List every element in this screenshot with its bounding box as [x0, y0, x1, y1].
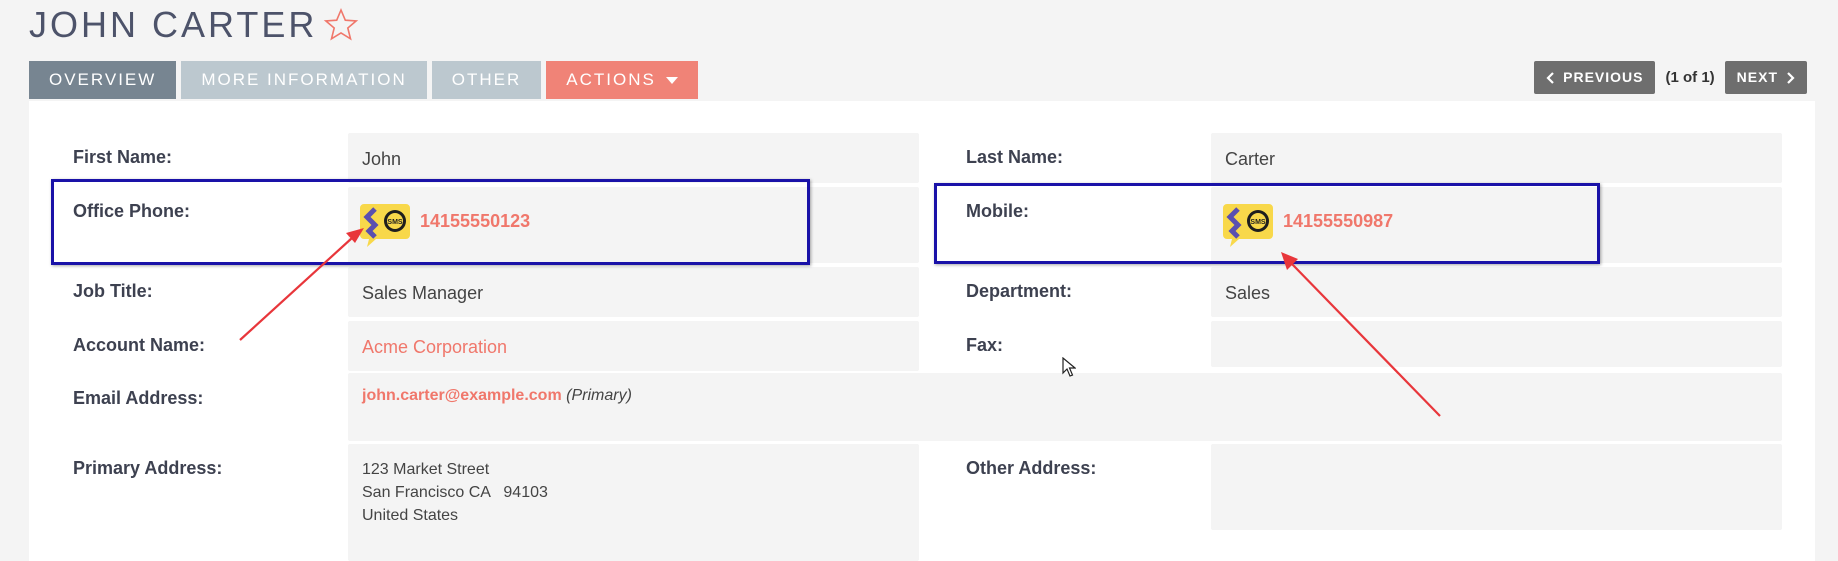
last-name-value: Carter: [1225, 149, 1276, 169]
actions-label: ACTIONS: [566, 70, 656, 89]
department-field[interactable]: Sales: [1211, 267, 1782, 317]
first-name-value: John: [362, 149, 402, 169]
email-primary-note: (Primary): [566, 387, 632, 404]
fax-field[interactable]: [1211, 321, 1782, 367]
tab-other[interactable]: OTHER: [431, 61, 542, 99]
account-name-link[interactable]: Acme Corporation: [362, 337, 507, 358]
previous-button[interactable]: PREVIOUS: [1534, 61, 1656, 94]
email-value: john.carter@example.com (Primary): [362, 387, 632, 405]
primary-address-value: 123 Market Street San Francisco CA 94103…: [362, 458, 548, 527]
mouse-cursor-icon: [1062, 357, 1076, 377]
first-name-field[interactable]: John: [348, 133, 919, 183]
fax-label: Fax:: [966, 335, 1004, 355]
next-label: NEXT: [1736, 69, 1778, 85]
highlight-box-mobile: [934, 183, 1600, 264]
primary-address-label: Primary Address:: [73, 458, 223, 478]
address-line-1: 123 Market Street: [362, 461, 490, 478]
tab-bar: OVERVIEW MORE INFORMATION OTHER ACTIONS: [29, 61, 698, 99]
primary-address-field[interactable]: 123 Market Street San Francisco CA 94103…: [348, 444, 919, 561]
page-title-text: JOHN CARTER: [29, 4, 318, 45]
email-label: Email Address:: [73, 388, 204, 408]
tab-overview[interactable]: OVERVIEW: [29, 61, 177, 99]
other-address-label: Other Address:: [966, 458, 1097, 478]
previous-label: PREVIOUS: [1563, 69, 1644, 85]
last-name-label: Last Name:: [966, 147, 1064, 167]
last-name-field[interactable]: Carter: [1211, 133, 1782, 183]
chevron-left-icon: [1546, 71, 1554, 84]
account-name-label: Account Name:: [73, 335, 206, 355]
tab-actions[interactable]: ACTIONS: [546, 61, 698, 99]
email-field[interactable]: john.carter@example.com (Primary): [348, 373, 1782, 441]
caret-down-icon: [665, 76, 678, 84]
chevron-right-icon: [1787, 71, 1795, 84]
pagination: PREVIOUS (1 of 1) NEXT: [1534, 61, 1807, 94]
tab-more-information[interactable]: MORE INFORMATION: [181, 61, 427, 99]
highlight-box-office-phone: [51, 179, 810, 265]
address-line-2: San Francisco CA 94103: [362, 484, 548, 501]
first-name-label: First Name:: [73, 147, 173, 167]
detail-panel: First Name: John Last Name: Carter Offic…: [29, 101, 1815, 561]
favorite-star-icon[interactable]: [323, 7, 359, 43]
address-line-3: United States: [362, 507, 459, 524]
job-title-label: Job Title:: [73, 281, 153, 301]
job-title-field[interactable]: Sales Manager: [348, 267, 919, 317]
account-name-field[interactable]: Acme Corporation: [348, 321, 919, 371]
department-label: Department:: [966, 281, 1073, 301]
department-value: Sales: [1225, 283, 1271, 303]
email-link[interactable]: john.carter@example.com: [362, 387, 562, 404]
next-button[interactable]: NEXT: [1724, 61, 1807, 94]
other-address-field[interactable]: [1211, 444, 1782, 530]
job-title-value: Sales Manager: [362, 283, 484, 303]
page-title: JOHN CARTER: [29, 4, 359, 46]
pager-count: (1 of 1): [1665, 69, 1715, 86]
